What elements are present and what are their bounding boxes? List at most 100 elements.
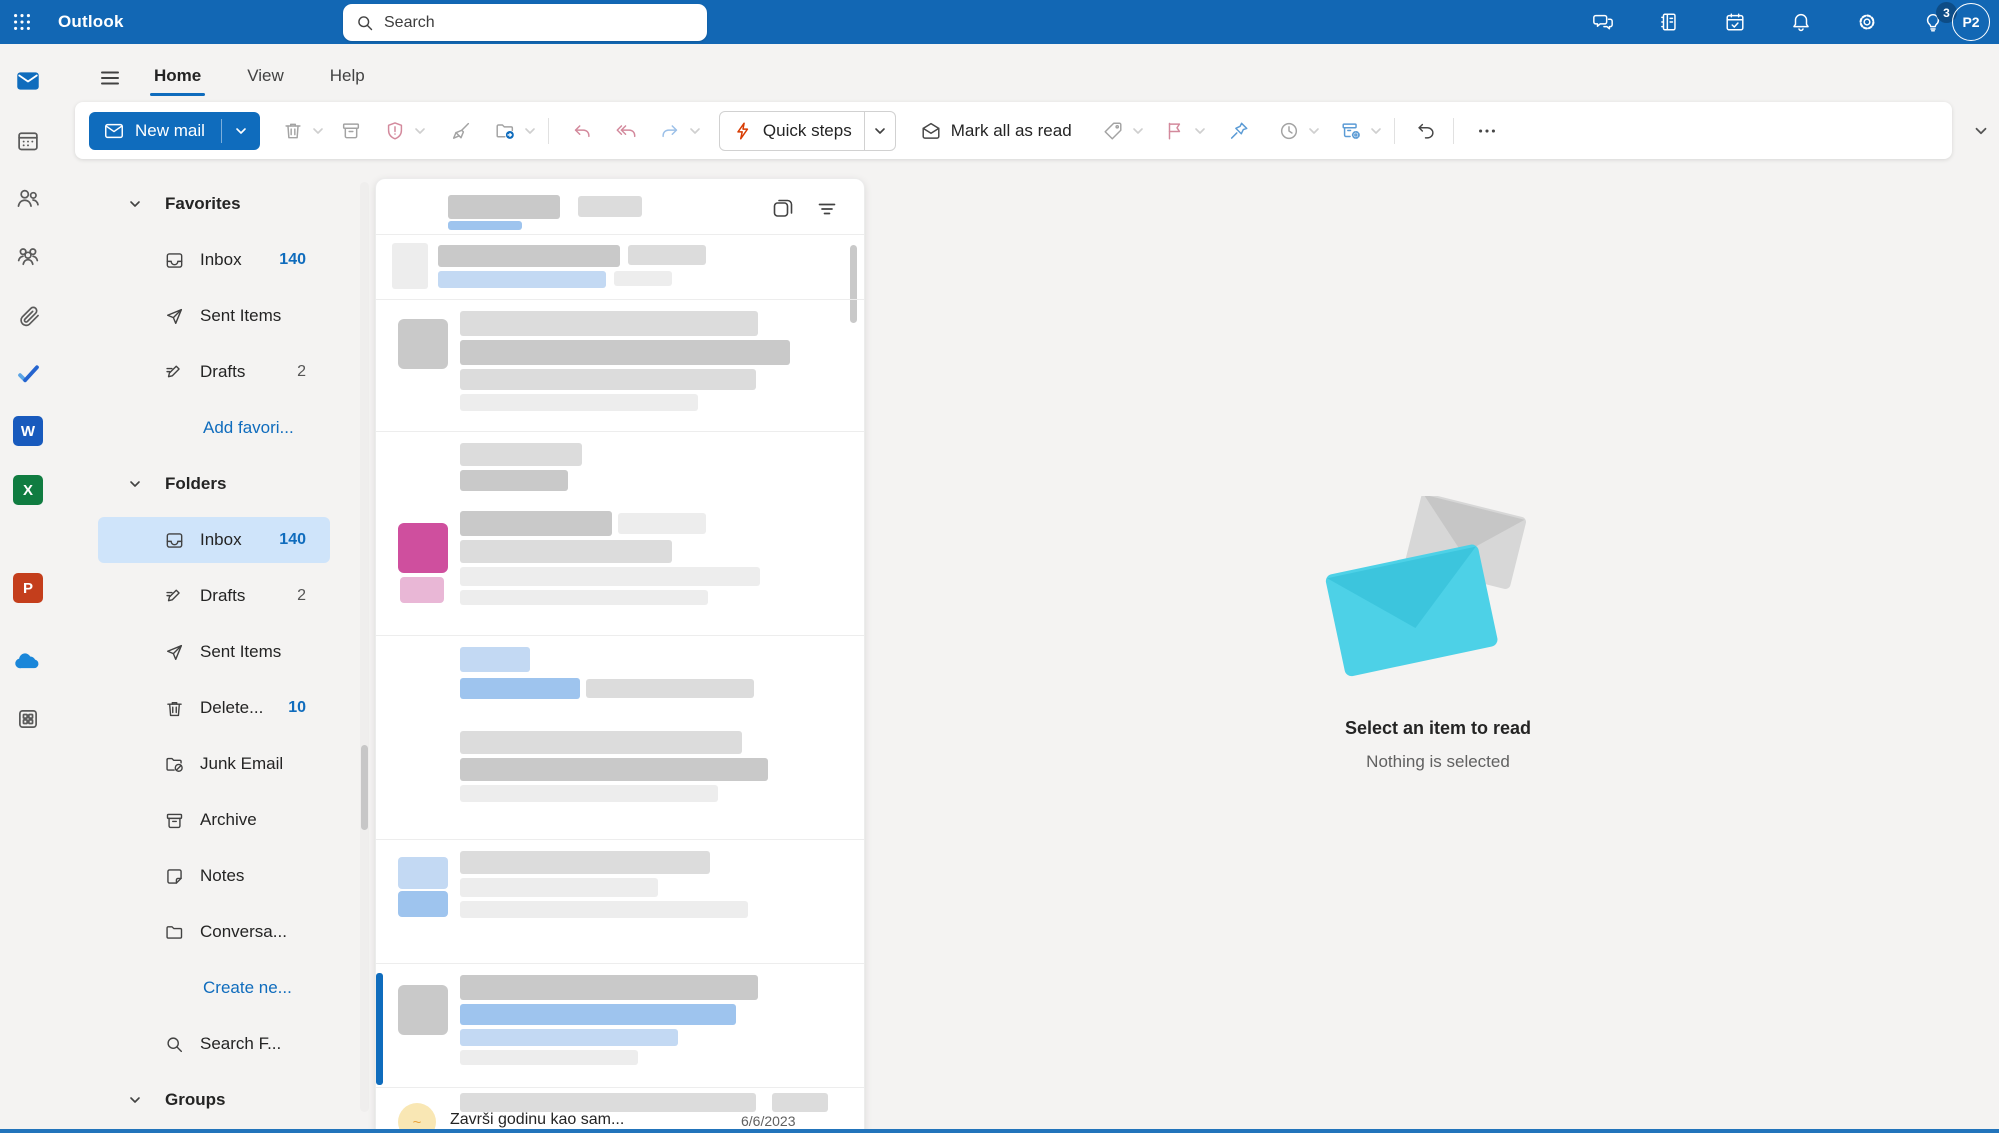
new-mail-chevron-icon[interactable] xyxy=(222,112,260,150)
report-button[interactable] xyxy=(378,114,412,148)
reply-all-button[interactable] xyxy=(609,114,643,148)
folder-item-inbox[interactable]: Inbox140 xyxy=(98,517,330,563)
redacted-email-content xyxy=(460,758,768,781)
categorize-button[interactable] xyxy=(1096,114,1130,148)
folder-item-notes[interactable]: Notes xyxy=(98,853,330,899)
select-icon[interactable] xyxy=(770,196,796,222)
todo-check-icon[interactable] xyxy=(14,359,42,387)
my-day-icon[interactable] xyxy=(1723,0,1747,44)
tab-home[interactable]: Home xyxy=(150,58,205,98)
groups-icon[interactable] xyxy=(14,242,42,270)
reply-button[interactable] xyxy=(565,114,599,148)
archive-button[interactable] xyxy=(334,114,368,148)
report-chevron-icon[interactable] xyxy=(412,114,428,148)
settings-gear-icon[interactable] xyxy=(1855,0,1879,44)
new-mail-label: New mail xyxy=(135,121,205,141)
quick-steps-chevron-icon[interactable] xyxy=(865,123,895,139)
folder-item-delete[interactable]: Delete...10 xyxy=(98,685,330,731)
more-apps-icon[interactable] xyxy=(14,705,42,733)
tab-view[interactable]: View xyxy=(243,58,288,98)
chevron-down-icon xyxy=(127,1092,143,1108)
folder-item-archive[interactable]: Archive xyxy=(98,797,330,843)
move-to-button[interactable] xyxy=(488,114,522,148)
ribbon-tabs: Home View Help xyxy=(150,58,369,98)
message-list-scrollbar-thumb[interactable] xyxy=(850,245,857,323)
word-icon[interactable]: W xyxy=(13,416,43,446)
folder-item-junkemail[interactable]: Junk Email xyxy=(98,741,330,787)
move-to-chevron-icon[interactable] xyxy=(522,114,538,148)
redacted-email-content xyxy=(400,577,444,603)
redacted-email-content xyxy=(772,1093,828,1112)
search-input[interactable] xyxy=(384,14,664,32)
folder-item-inbox[interactable]: Inbox140 xyxy=(98,237,330,283)
folder-unread-count: 2 xyxy=(297,363,306,381)
folder-pane-scrollbar-thumb[interactable] xyxy=(361,745,368,830)
chat-icon[interactable] xyxy=(1591,0,1615,44)
hamburger-menu-icon[interactable] xyxy=(90,58,130,98)
ribbon-collapse-chevron-icon[interactable] xyxy=(1968,118,1994,144)
folder-link-createne[interactable]: Create ne... xyxy=(75,978,292,998)
powerpoint-icon[interactable]: P xyxy=(13,573,43,603)
folder-section-label: Favorites xyxy=(165,194,241,214)
delete-button[interactable] xyxy=(276,114,310,148)
folder-item-drafts[interactable]: Drafts2 xyxy=(98,573,330,619)
tips-lightbulb-icon[interactable]: 3 xyxy=(1921,0,1945,44)
app-launcher-waffle-icon[interactable] xyxy=(0,0,44,44)
tab-help[interactable]: Help xyxy=(326,58,369,98)
snooze-button[interactable] xyxy=(1272,114,1306,148)
excel-icon[interactable]: X xyxy=(13,475,43,505)
redacted-email-content xyxy=(398,319,448,369)
undo-button[interactable] xyxy=(1409,114,1443,148)
chevron-down-icon xyxy=(127,196,143,212)
folder-section-header-groups[interactable]: Groups xyxy=(75,1072,365,1128)
folder-pane-scrollbar-track[interactable] xyxy=(360,182,369,1112)
filter-icon[interactable] xyxy=(814,196,840,222)
app-rail: WX P xyxy=(0,44,56,1133)
flag-chevron-icon[interactable] xyxy=(1192,114,1208,148)
folder-section-header-favorites[interactable]: Favorites xyxy=(75,176,365,232)
redacted-email-content xyxy=(460,878,658,897)
notebook-feed-icon[interactable] xyxy=(1657,0,1681,44)
people-icon[interactable] xyxy=(14,184,42,212)
folder-link-addfavori[interactable]: Add favori... xyxy=(75,418,294,438)
quick-steps-button[interactable]: Quick steps xyxy=(719,111,896,151)
redacted-email-content xyxy=(460,1004,736,1025)
calendar-icon[interactable] xyxy=(14,127,42,155)
onedrive-icon[interactable] xyxy=(14,647,42,675)
more-options-button[interactable] xyxy=(1470,114,1504,148)
forward-chevron-icon[interactable] xyxy=(687,114,703,148)
redacted-email-content xyxy=(460,1029,678,1046)
delete-chevron-icon[interactable] xyxy=(310,114,326,148)
folder-item-conversa[interactable]: Conversa... xyxy=(98,909,330,955)
folder-item-searchf[interactable]: Search F... xyxy=(98,1021,330,1067)
files-paperclip-icon[interactable] xyxy=(14,302,42,330)
app-title: Outlook xyxy=(58,12,124,32)
mail-icon[interactable] xyxy=(14,67,42,95)
search-bar[interactable] xyxy=(343,4,707,41)
categorize-chevron-icon[interactable] xyxy=(1130,114,1146,148)
folder-icon xyxy=(164,922,185,943)
notifications-bell-icon[interactable] xyxy=(1789,0,1813,44)
new-mail-button[interactable]: New mail xyxy=(89,112,260,150)
folder-item-label: Conversa... xyxy=(200,922,287,942)
folder-item-sentitems[interactable]: Sent Items xyxy=(98,293,330,339)
mark-all-as-read-button[interactable]: Mark all as read xyxy=(910,111,1082,151)
pin-button[interactable] xyxy=(1222,114,1256,148)
envelopes-illustration xyxy=(1323,496,1553,704)
search-small-icon xyxy=(164,1034,185,1055)
account-avatar[interactable]: P2 xyxy=(1952,3,1990,41)
forward-button[interactable] xyxy=(653,114,687,148)
folder-section-header-folders[interactable]: Folders xyxy=(75,456,365,512)
snooze-chevron-icon[interactable] xyxy=(1306,114,1322,148)
redacted-email-content xyxy=(460,590,708,605)
folder-item-sentitems[interactable]: Sent Items xyxy=(98,629,330,675)
quick-steps-bolt-icon xyxy=(732,120,754,142)
rules-button[interactable] xyxy=(1334,114,1368,148)
redacted-email-content xyxy=(376,973,383,1085)
redacted-email-content xyxy=(460,369,756,390)
flag-button[interactable] xyxy=(1158,114,1192,148)
mail-read-icon xyxy=(920,120,942,142)
sweep-button[interactable] xyxy=(444,114,478,148)
folder-item-drafts[interactable]: Drafts2 xyxy=(98,349,330,395)
rules-chevron-icon[interactable] xyxy=(1368,114,1384,148)
